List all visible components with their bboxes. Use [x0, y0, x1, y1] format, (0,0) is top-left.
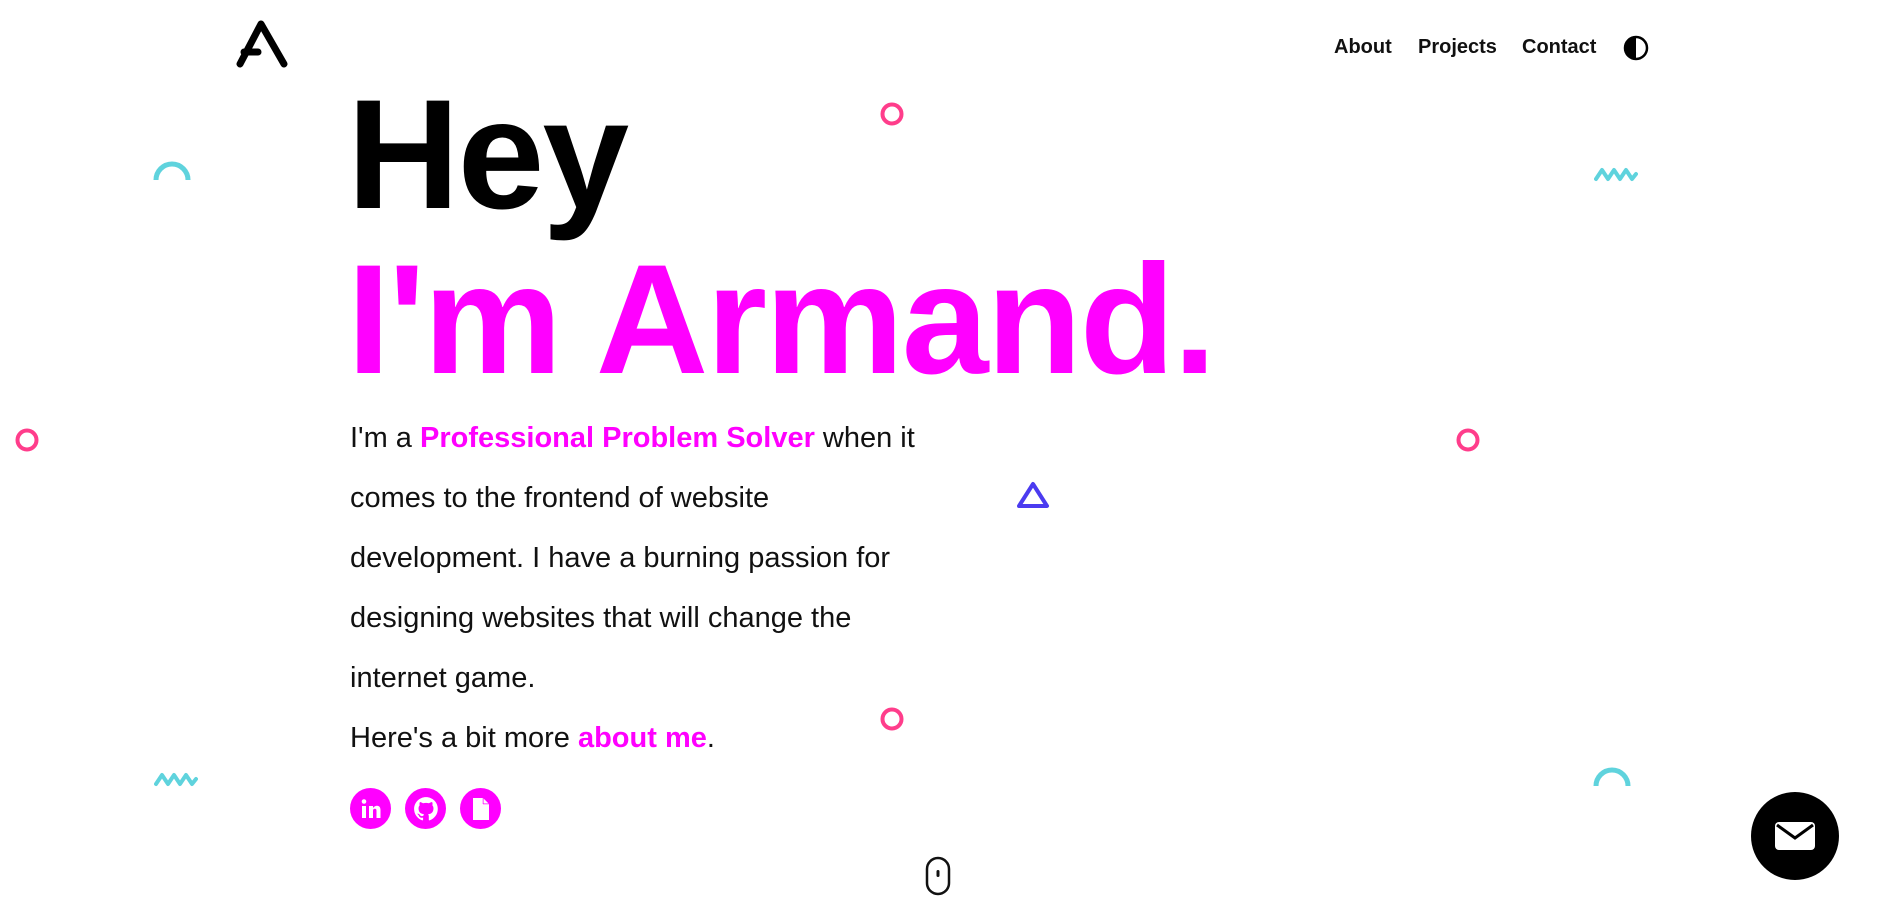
decor-ring-icon [880, 707, 904, 731]
decor-ring-icon [880, 102, 904, 126]
mouse-scroll-icon[interactable] [925, 856, 951, 896]
mail-icon [1775, 822, 1815, 850]
about-me-link[interactable]: about me [578, 722, 707, 754]
contact-mail-button[interactable] [1751, 792, 1839, 880]
resume-button[interactable] [460, 788, 501, 829]
nav-projects-link[interactable]: Projects [1418, 36, 1497, 59]
theme-toggle-icon[interactable] [1623, 35, 1649, 61]
nav-about-link[interactable]: About [1334, 36, 1392, 59]
linkedin-button[interactable] [350, 788, 391, 829]
decor-triangle-icon [1017, 482, 1049, 508]
bio-intro-suffix: when it comes to the frontend of website… [350, 422, 915, 694]
decor-ring-icon [15, 428, 39, 452]
hero-greeting: Hey [347, 68, 629, 242]
bio-highlight: Professional Problem Solver [420, 422, 815, 454]
bio-intro: I'm a Professional Problem Solver when i… [350, 408, 930, 708]
decor-zigzag-icon [154, 773, 198, 786]
github-icon [413, 796, 438, 820]
decor-arc-icon [1593, 767, 1631, 787]
decor-zigzag-icon [1594, 168, 1638, 181]
main-nav: About Projects Contact [0, 36, 1880, 66]
bio-more: Here's a bit more about me. [350, 708, 930, 768]
bio-more-suffix: . [706, 722, 715, 754]
resume-icon [472, 797, 489, 820]
nav-contact-link[interactable]: Contact [1522, 36, 1596, 59]
hero-bio: I'm a Professional Problem Solver when i… [350, 408, 930, 768]
decor-arc-icon [153, 161, 191, 181]
bio-intro-prefix: I'm a [350, 422, 420, 454]
decor-ring-icon [1456, 428, 1480, 452]
linkedin-icon [361, 798, 380, 818]
github-button[interactable] [405, 788, 446, 829]
hero-name: I'm Armand. [347, 233, 1216, 407]
bio-more-prefix: Here's a bit more [350, 722, 578, 754]
